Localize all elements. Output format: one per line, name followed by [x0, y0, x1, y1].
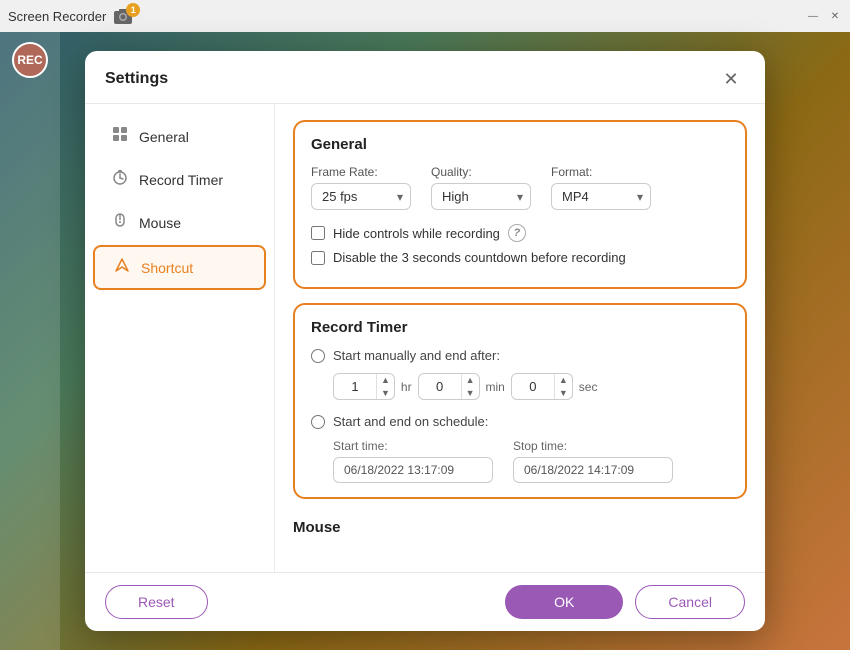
- dialog-title: Settings: [105, 70, 168, 88]
- sidebar-item-general[interactable]: General: [93, 116, 266, 157]
- hr-label: hr: [401, 380, 412, 394]
- start-manually-label: Start manually and end after:: [333, 348, 500, 363]
- minutes-up-button[interactable]: ▲: [462, 374, 479, 387]
- start-schedule-label: Start and end on schedule:: [333, 414, 488, 429]
- record-timer-title: Record Timer: [311, 319, 729, 336]
- sidebar-record-timer-label: Record Timer: [139, 172, 223, 188]
- settings-sidebar: General Record Timer Mouse: [85, 104, 275, 572]
- start-manually-radio[interactable]: [311, 349, 325, 363]
- frame-rate-group: Frame Rate: 15 fps 20 fps 25 fps 30 fps …: [311, 165, 411, 210]
- seconds-spinner: ▲ ▼: [511, 373, 573, 400]
- minutes-input[interactable]: [419, 375, 461, 398]
- seconds-spinner-btns: ▲ ▼: [554, 374, 572, 399]
- seconds-down-button[interactable]: ▼: [555, 387, 572, 400]
- minimize-button[interactable]: —: [806, 9, 820, 23]
- dialog-footer: Reset OK Cancel: [85, 572, 765, 631]
- format-label: Format:: [551, 165, 651, 179]
- general-icon: [111, 126, 129, 147]
- disable-countdown-row: Disable the 3 seconds countdown before r…: [311, 250, 729, 265]
- hours-spinner-btns: ▲ ▼: [376, 374, 394, 399]
- sec-label: sec: [579, 380, 598, 394]
- sidebar-item-mouse[interactable]: Mouse: [93, 202, 266, 243]
- mouse-icon: [111, 212, 129, 233]
- format-row: Frame Rate: 15 fps 20 fps 25 fps 30 fps …: [311, 165, 729, 210]
- seconds-input[interactable]: [512, 375, 554, 398]
- disable-countdown-checkbox[interactable]: [311, 251, 325, 265]
- start-manually-row: Start manually and end after:: [311, 348, 729, 363]
- window-controls: — ✕: [806, 9, 842, 23]
- footer-right-buttons: OK Cancel: [505, 585, 745, 619]
- stop-time-group: Stop time:: [513, 439, 673, 483]
- settings-content: General Frame Rate: 15 fps 20 fps 25 fps…: [275, 104, 765, 572]
- format-select[interactable]: MP4 AVI MOV GIF: [551, 183, 651, 210]
- mouse-section-title: Mouse: [293, 513, 747, 542]
- titlebar-left: Screen Recorder 1: [8, 5, 140, 27]
- hide-controls-checkbox[interactable]: [311, 226, 325, 240]
- app-title: Screen Recorder: [8, 9, 106, 24]
- ok-button[interactable]: OK: [505, 585, 623, 619]
- hours-spinner: ▲ ▼: [333, 373, 395, 400]
- record-timer-section: Record Timer Start manually and end afte…: [293, 303, 747, 499]
- seconds-up-button[interactable]: ▲: [555, 374, 572, 387]
- hours-up-button[interactable]: ▲: [377, 374, 394, 387]
- schedule-row: Start and end on schedule:: [311, 414, 729, 429]
- frame-rate-label: Frame Rate:: [311, 165, 411, 179]
- format-group: Format: MP4 AVI MOV GIF: [551, 165, 651, 210]
- hours-down-button[interactable]: ▼: [377, 387, 394, 400]
- frame-rate-select[interactable]: 15 fps 20 fps 25 fps 30 fps 60 fps: [311, 183, 411, 210]
- quality-group: Quality: Low Medium High: [431, 165, 531, 210]
- start-time-input[interactable]: [333, 457, 493, 483]
- start-time-group: Start time:: [333, 439, 493, 483]
- min-label: min: [486, 380, 505, 394]
- timer-inputs: ▲ ▼ hr ▲ ▼ min: [333, 373, 729, 400]
- quality-select-wrapper: Low Medium High: [431, 183, 531, 210]
- hide-controls-help-icon[interactable]: ?: [508, 224, 526, 242]
- titlebar: Screen Recorder 1 — ✕: [0, 0, 850, 32]
- quality-select[interactable]: Low Medium High: [431, 183, 531, 210]
- stop-time-label: Stop time:: [513, 439, 673, 453]
- dialog-close-button[interactable]: ✕: [717, 65, 745, 93]
- minutes-spinner: ▲ ▼: [418, 373, 480, 400]
- sidebar-shortcut-label: Shortcut: [141, 260, 193, 276]
- general-section-title: General: [311, 136, 729, 153]
- hide-controls-label: Hide controls while recording: [333, 226, 500, 241]
- notification-badge: 1: [126, 3, 140, 17]
- sidebar-general-label: General: [139, 129, 189, 145]
- dialog-header: Settings ✕: [85, 51, 765, 104]
- minutes-down-button[interactable]: ▼: [462, 387, 479, 400]
- sidebar-item-shortcut[interactable]: Shortcut: [93, 245, 266, 290]
- minutes-spinner-btns: ▲ ▼: [461, 374, 479, 399]
- start-schedule-radio[interactable]: [311, 415, 325, 429]
- notification-area: 1: [112, 5, 140, 27]
- schedule-times: Start time: Stop time:: [333, 439, 729, 483]
- general-section: General Frame Rate: 15 fps 20 fps 25 fps…: [293, 120, 747, 289]
- close-button[interactable]: ✕: [828, 9, 842, 23]
- frame-rate-select-wrapper: 15 fps 20 fps 25 fps 30 fps 60 fps: [311, 183, 411, 210]
- format-select-wrapper: MP4 AVI MOV GIF: [551, 183, 651, 210]
- dialog-overlay: Settings ✕ General Record Timer: [0, 32, 850, 650]
- cancel-button[interactable]: Cancel: [635, 585, 745, 619]
- sidebar-mouse-label: Mouse: [139, 215, 181, 231]
- hours-input[interactable]: [334, 375, 376, 398]
- settings-dialog: Settings ✕ General Record Timer: [85, 51, 765, 631]
- record-timer-icon: [111, 169, 129, 190]
- shortcut-icon: [113, 257, 131, 278]
- hide-controls-row: Hide controls while recording ?: [311, 224, 729, 242]
- reset-button[interactable]: Reset: [105, 585, 208, 619]
- start-time-label: Start time:: [333, 439, 493, 453]
- quality-label: Quality:: [431, 165, 531, 179]
- stop-time-input[interactable]: [513, 457, 673, 483]
- sidebar-item-record-timer[interactable]: Record Timer: [93, 159, 266, 200]
- dialog-body: General Record Timer Mouse: [85, 104, 765, 572]
- disable-countdown-label: Disable the 3 seconds countdown before r…: [333, 250, 626, 265]
